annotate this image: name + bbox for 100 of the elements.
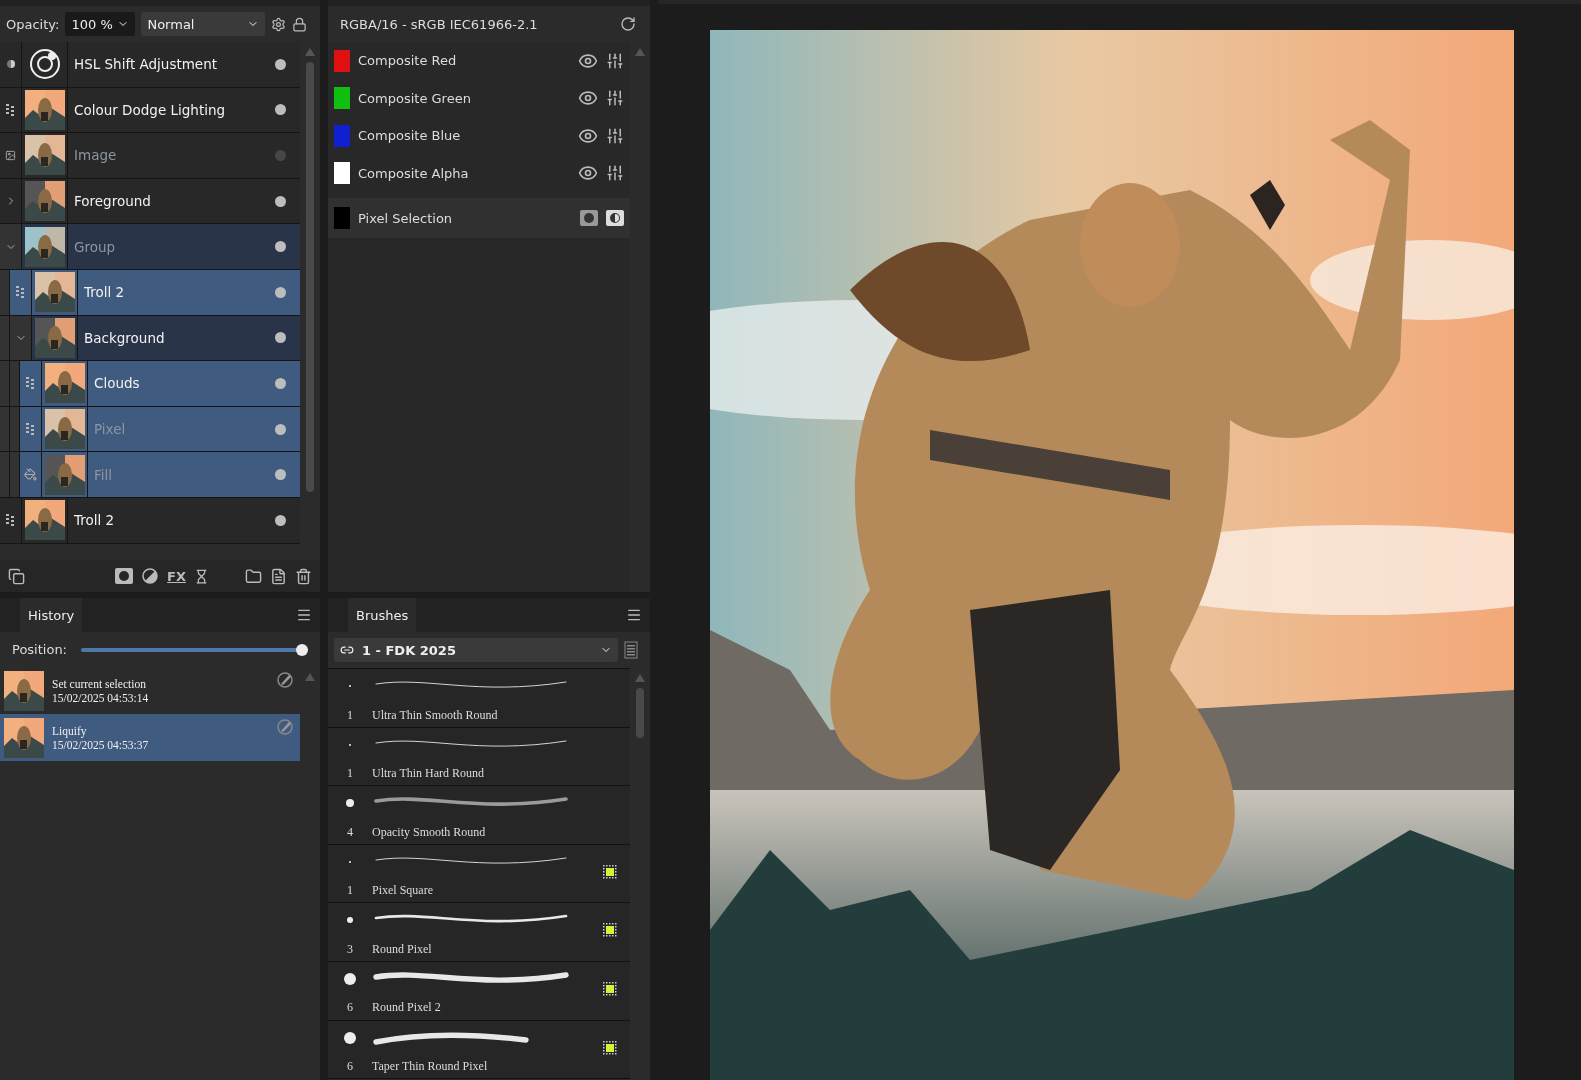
adjustment-icon — [27, 47, 62, 82]
list-view-icon[interactable] — [624, 641, 638, 659]
refresh-icon[interactable] — [620, 16, 636, 32]
checker-icon — [25, 377, 36, 390]
channel-name: Composite Blue — [358, 128, 462, 144]
brush-tip-icon — [346, 799, 354, 808]
folder-icon[interactable] — [245, 567, 262, 585]
visibility-dot[interactable] — [275, 514, 286, 526]
channel-name: Pixel Selection — [358, 210, 454, 226]
checker-icon — [15, 286, 26, 299]
visibility-dot[interactable] — [275, 241, 286, 253]
brush-row[interactable]: 6 Taper Thin Round Pixel — [328, 1020, 630, 1080]
hourglass-icon[interactable] — [194, 568, 209, 584]
history-entry[interactable]: Liquify 15/02/2025 04:53:37 — [0, 714, 300, 761]
visibility-dot[interactable] — [275, 423, 286, 435]
mask-icon[interactable] — [115, 568, 134, 584]
layers-icon[interactable] — [8, 567, 25, 585]
history-tab[interactable]: History — [20, 598, 83, 632]
channel-name: Composite Green — [358, 90, 472, 106]
opacity-dropdown[interactable]: 100 % — [65, 12, 136, 36]
brush-size: 6 — [347, 1059, 353, 1075]
brush-row[interactable]: 6 Round Pixel 2 — [328, 961, 630, 1021]
visibility-dot[interactable] — [275, 104, 286, 116]
layer-name: Pixel — [93, 420, 127, 440]
layer-row[interactable]: Troll 2 — [0, 269, 300, 316]
layer-row[interactable]: HSL Shift Adjustment — [0, 42, 300, 88]
layer-name: Background — [83, 328, 166, 348]
opacity-label: Opacity: — [6, 16, 60, 32]
brushes-tab[interactable]: Brushes — [348, 598, 417, 632]
blend-mode-dropdown[interactable]: Normal — [141, 12, 266, 36]
contrast-icon[interactable] — [141, 567, 160, 585]
brush-size: 3 — [347, 941, 353, 957]
trash-icon[interactable] — [295, 567, 312, 585]
sliders-icon[interactable] — [606, 89, 624, 108]
layer-name: Troll 2 — [73, 511, 116, 531]
layer-row[interactable]: Foreground — [0, 178, 300, 225]
sliders-icon[interactable] — [606, 126, 624, 145]
lock-icon[interactable] — [292, 16, 308, 32]
brush-name: Round Pixel — [372, 941, 433, 957]
brush-name: Pixel Square — [372, 883, 434, 899]
layer-row[interactable]: Group — [0, 224, 300, 270]
brush-name: Round Pixel 2 — [372, 1000, 442, 1016]
brush-tip-icon — [344, 972, 356, 985]
scrollbar-thumb[interactable] — [636, 688, 644, 738]
brush-size: 4 — [347, 824, 353, 840]
pixel-layer-icon[interactable] — [270, 567, 287, 585]
layer-name: Colour Dodge Lighting — [73, 100, 227, 120]
history-entry-text: Set current selection 15/02/2025 04:53:14 — [52, 676, 149, 705]
layer-name: Troll 2 — [83, 283, 126, 303]
fx-button[interactable]: FX — [167, 568, 186, 584]
settings-icon[interactable] — [271, 16, 287, 32]
visibility-dot[interactable] — [275, 377, 286, 389]
brush-size: 1 — [347, 883, 353, 899]
channel-row[interactable]: Composite Red — [328, 42, 630, 80]
brush-size: 1 — [347, 766, 353, 782]
brush-tip-icon — [344, 1031, 356, 1044]
brush-row[interactable]: 4 Opacity Smooth Round — [328, 786, 630, 845]
brush-category-dropdown[interactable]: 1 - FDK 2025 — [334, 638, 618, 662]
history-entry-text: Liquify 15/02/2025 04:53:37 — [52, 723, 149, 752]
brush-row[interactable]: 3 Round Pixel — [328, 903, 630, 962]
sliders-icon[interactable] — [606, 164, 624, 183]
visibility-dot[interactable] — [275, 150, 286, 161]
channel-row[interactable]: Composite Alpha — [328, 154, 630, 192]
channel-row[interactable]: Composite Blue — [328, 117, 630, 155]
brush-row[interactable]: 1 Ultra Thin Hard Round — [328, 727, 630, 787]
visibility-dot[interactable] — [275, 195, 286, 207]
half-circle-icon — [5, 59, 16, 70]
layer-name: Group — [73, 237, 117, 257]
brush-size: 6 — [347, 1000, 353, 1016]
brush-name: Opacity Smooth Round — [372, 824, 487, 840]
paint-bucket-icon — [24, 468, 37, 482]
checker-icon — [5, 103, 16, 116]
brush-name: Taper Thin Round Pixel — [372, 1059, 489, 1075]
selection-row[interactable]: Pixel Selection — [328, 198, 630, 238]
channel-row[interactable]: Composite Green — [328, 79, 630, 117]
layer-name: Clouds — [93, 374, 141, 394]
layer-name: Image — [73, 146, 118, 166]
layer-row[interactable]: Colour Dodge Lighting — [0, 87, 300, 134]
layer-row[interactable]: Troll 2 — [0, 497, 300, 544]
visibility-dot[interactable] — [275, 58, 286, 70]
visibility-dot[interactable] — [275, 332, 286, 344]
menu-icon[interactable] — [296, 607, 312, 623]
sliders-icon[interactable] — [606, 51, 624, 70]
layer-name: HSL Shift Adjustment — [73, 55, 218, 75]
link-icon — [340, 643, 354, 657]
brush-size: 1 — [347, 707, 353, 723]
brush-row[interactable]: 1 Ultra Thin Smooth Round — [328, 669, 630, 728]
position-label: Position: — [12, 642, 67, 657]
channel-name: Composite Red — [358, 53, 458, 69]
brush-name: Ultra Thin Hard Round — [372, 766, 486, 782]
color-format-text: RGBA/16 - sRGB IEC61966-2.1 — [340, 16, 538, 32]
brush-tip-icon — [347, 917, 353, 924]
brush-row[interactable]: 1 Pixel Square — [328, 844, 630, 904]
scrollbar-thumb[interactable] — [306, 62, 314, 492]
visibility-dot[interactable] — [275, 286, 286, 298]
layer-row[interactable]: Image — [0, 133, 300, 179]
layer-row[interactable]: Clouds — [0, 361, 300, 407]
visibility-dot[interactable] — [275, 469, 286, 481]
layer-row[interactable]: Background — [0, 315, 300, 362]
menu-icon[interactable] — [626, 607, 642, 623]
